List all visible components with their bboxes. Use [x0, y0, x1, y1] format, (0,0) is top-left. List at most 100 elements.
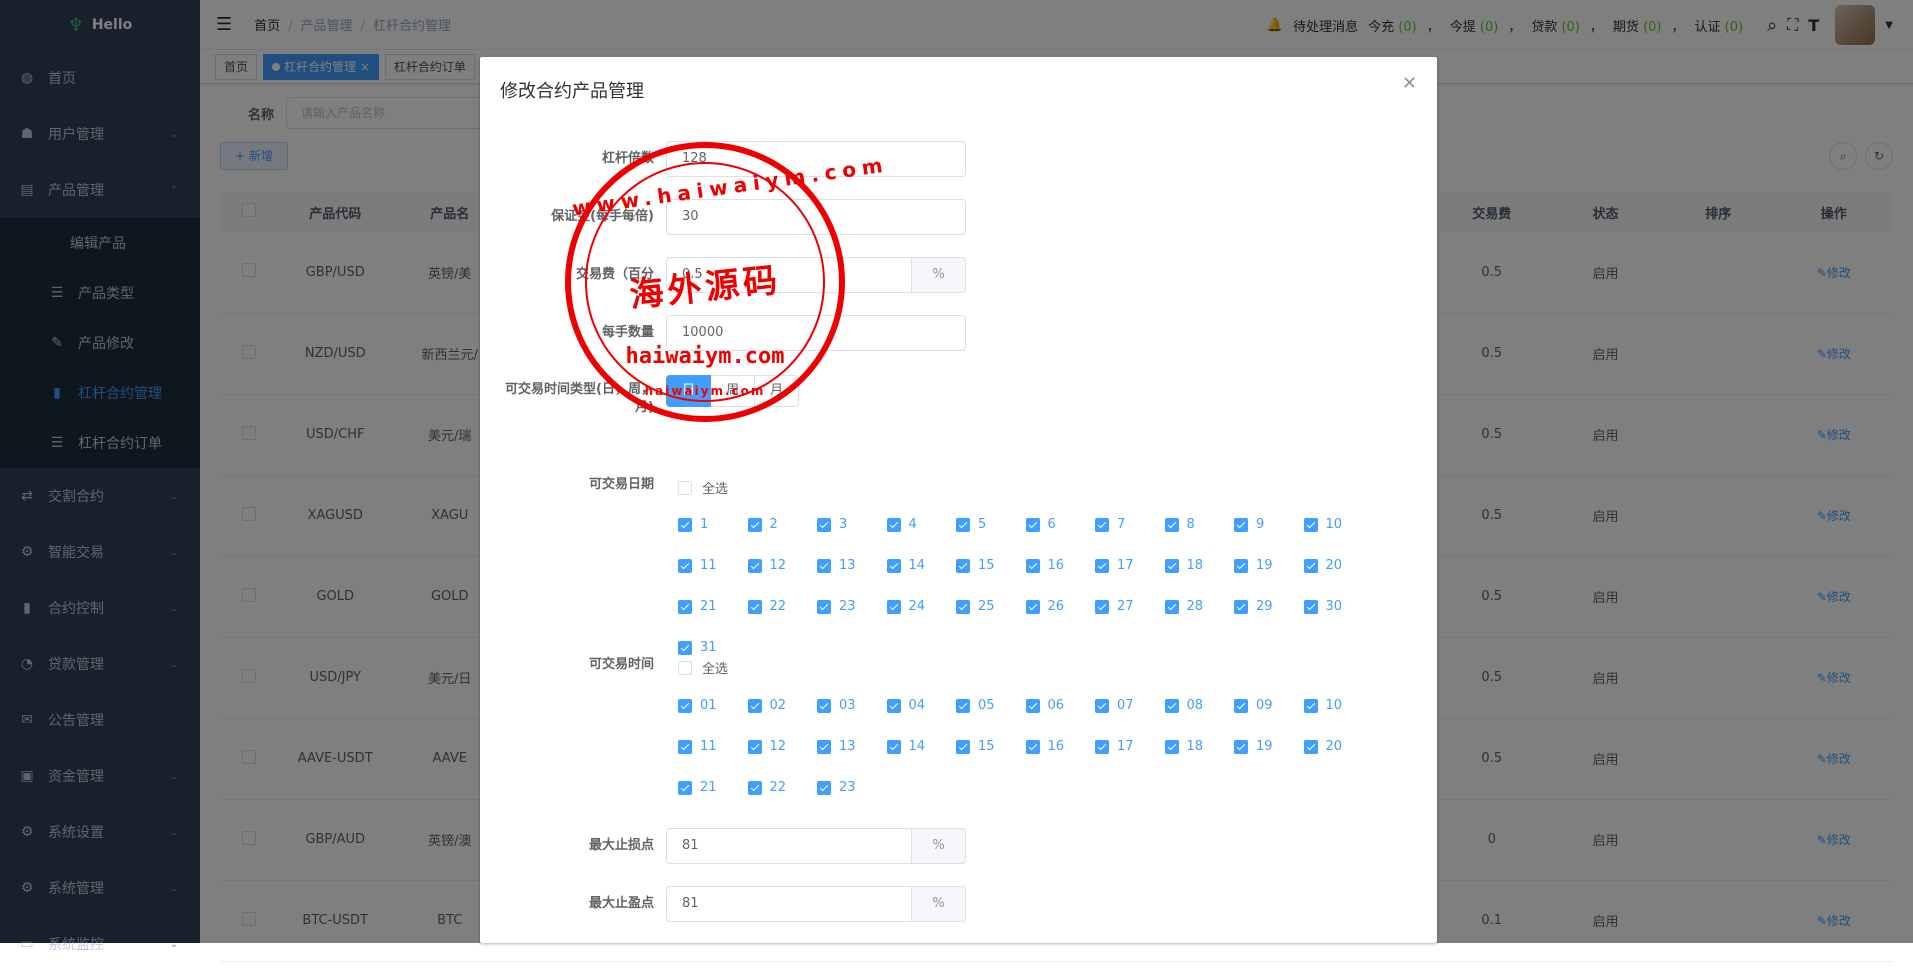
checked-icon: [886, 739, 901, 754]
max-stop-loss-input[interactable]: 81: [666, 828, 912, 864]
close-icon[interactable]: ✕: [1402, 73, 1417, 94]
radio-week[interactable]: 周: [711, 375, 756, 407]
hour-checkbox[interactable]: 17: [1095, 726, 1165, 767]
max-take-profit-label: 最大止盈点: [588, 896, 654, 911]
hour-checkbox[interactable]: 23: [817, 767, 887, 808]
day-checkbox[interactable]: 1: [678, 504, 748, 545]
checked-icon: [1164, 558, 1179, 573]
margin-input[interactable]: 30: [666, 199, 966, 235]
leverage-input[interactable]: 128: [666, 141, 966, 177]
lot-input[interactable]: 10000: [666, 315, 966, 351]
max-take-profit-input[interactable]: 81: [666, 886, 912, 922]
days-select-all[interactable]: 全选: [678, 478, 728, 497]
day-checkbox[interactable]: 6: [1025, 504, 1096, 545]
checked-icon: [678, 739, 692, 754]
hour-checkbox[interactable]: 12: [747, 726, 818, 767]
checked-icon: [678, 599, 692, 614]
hour-checkbox[interactable]: 03: [817, 685, 887, 726]
hour-checkbox[interactable]: 06: [1025, 685, 1096, 726]
day-checkbox[interactable]: 4: [886, 504, 957, 545]
checked-icon: [678, 780, 692, 795]
fee-unit: %: [912, 257, 966, 293]
hours-select-all-checkbox[interactable]: [678, 660, 692, 675]
checked-icon: [1164, 517, 1179, 532]
hour-checkbox[interactable]: 09: [1234, 685, 1304, 726]
day-checkbox[interactable]: 24: [886, 586, 957, 627]
day-checkbox[interactable]: 29: [1234, 586, 1304, 627]
day-checkbox[interactable]: 15: [956, 545, 1026, 586]
checked-icon: [1234, 698, 1248, 713]
hour-checkbox[interactable]: 11: [678, 726, 748, 767]
hour-checkbox[interactable]: 19: [1234, 726, 1304, 767]
checked-icon: [1025, 517, 1040, 532]
day-checkbox[interactable]: 3: [817, 504, 887, 545]
day-checkbox[interactable]: 11: [678, 545, 748, 586]
hour-checkbox[interactable]: 14: [886, 726, 957, 767]
hour-checkbox[interactable]: 16: [1025, 726, 1096, 767]
trade-hours-label: 可交易时间: [588, 657, 654, 672]
day-checkbox[interactable]: 7: [1095, 504, 1165, 545]
day-checkbox[interactable]: 8: [1164, 504, 1235, 545]
checked-icon: [1025, 558, 1040, 573]
day-checkbox[interactable]: 28: [1164, 586, 1235, 627]
hours-select-all[interactable]: 全选: [678, 658, 728, 677]
checked-icon: [747, 517, 762, 532]
day-checkbox[interactable]: 17: [1095, 545, 1165, 586]
hour-checkbox[interactable]: 05: [956, 685, 1026, 726]
days-select-all-checkbox[interactable]: [678, 480, 692, 495]
checked-icon: [817, 517, 831, 532]
day-checkbox[interactable]: 9: [1234, 504, 1304, 545]
hour-checkbox[interactable]: 21: [678, 767, 748, 808]
checked-icon: [886, 517, 901, 532]
day-checkbox[interactable]: 16: [1025, 545, 1096, 586]
hour-checkbox[interactable]: 18: [1164, 726, 1235, 767]
radio-day[interactable]: 日: [666, 375, 712, 407]
checked-icon: [817, 780, 831, 795]
day-checkbox[interactable]: 12: [747, 545, 818, 586]
hour-checkbox[interactable]: 10: [1303, 685, 1374, 726]
checked-icon: [956, 599, 970, 614]
checked-icon: [1025, 599, 1040, 614]
hour-checkbox[interactable]: 13: [817, 726, 887, 767]
checked-icon: [1025, 739, 1040, 754]
hour-checkbox[interactable]: 15: [956, 726, 1026, 767]
checked-icon: [747, 558, 762, 573]
day-checkbox[interactable]: 5: [956, 504, 1026, 545]
day-checkbox[interactable]: 26: [1025, 586, 1096, 627]
day-checkbox[interactable]: 20: [1303, 545, 1374, 586]
fee-input[interactable]: 0.5: [666, 257, 912, 293]
checked-icon: [1025, 698, 1040, 713]
hour-checkbox[interactable]: 07: [1095, 685, 1165, 726]
day-checkbox[interactable]: 30: [1303, 586, 1374, 627]
hour-checkbox[interactable]: 22: [747, 767, 818, 808]
checked-icon: [678, 558, 692, 573]
hour-checkbox[interactable]: 01: [678, 685, 748, 726]
day-checkbox[interactable]: 22: [747, 586, 818, 627]
checked-icon: [1095, 739, 1109, 754]
day-checkbox[interactable]: 2: [747, 504, 818, 545]
max-stop-loss-label: 最大止损点: [588, 838, 654, 853]
time-type-label: 可交易时间类型(日，周， 月): [505, 382, 654, 415]
radio-month[interactable]: 月: [755, 375, 800, 407]
day-checkbox[interactable]: 21: [678, 586, 748, 627]
hour-checkbox[interactable]: 08: [1164, 685, 1235, 726]
day-checkbox[interactable]: 19: [1234, 545, 1304, 586]
checked-icon: [678, 517, 692, 532]
day-checkbox[interactable]: 27: [1095, 586, 1165, 627]
leverage-label: 杠杆倍数: [601, 151, 654, 166]
day-checkbox[interactable]: 10: [1303, 504, 1374, 545]
checked-icon: [1303, 698, 1318, 713]
day-checkbox[interactable]: 14: [886, 545, 957, 586]
checked-icon: [1303, 599, 1318, 614]
day-checkbox[interactable]: 18: [1164, 545, 1235, 586]
day-checkbox[interactable]: 13: [817, 545, 887, 586]
day-checkbox[interactable]: 25: [956, 586, 1026, 627]
hour-checkbox[interactable]: 02: [747, 685, 818, 726]
checked-icon: [886, 558, 901, 573]
day-checkbox[interactable]: 23: [817, 586, 887, 627]
trade-days-label: 可交易日期: [588, 477, 654, 492]
checked-icon: [817, 698, 831, 713]
hour-checkbox[interactable]: 04: [886, 685, 957, 726]
hour-checkbox[interactable]: 20: [1303, 726, 1374, 767]
margin-label: 保证金(每手每倍): [551, 209, 654, 224]
